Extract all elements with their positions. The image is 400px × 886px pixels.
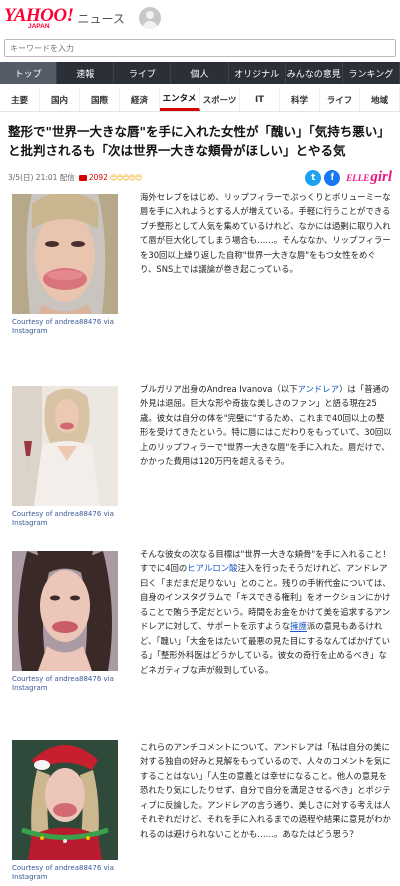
logo-subtext: JAPAN [28, 22, 50, 30]
main-nav: トップ 速報 ライブ 個人 オリジナル みんなの意見 ランキング [0, 62, 400, 84]
article-photo-3[interactable] [12, 551, 118, 671]
main-nav-item-original[interactable]: オリジナル [229, 62, 286, 84]
main-nav-item-opinions[interactable]: みんなの意見 [286, 62, 343, 84]
publish-date: 3/5(日) 21:01 配信 [8, 173, 75, 183]
article-section-4: Courtesy of andrea88476 via Instagram これ… [0, 738, 400, 886]
category-tab-domestic[interactable]: 国内 [40, 88, 80, 111]
article-photo-4[interactable] [12, 740, 118, 860]
twitter-share-icon[interactable]: t [305, 169, 322, 186]
category-tab-it[interactable]: IT [240, 88, 280, 111]
category-tab-economy[interactable]: 経済 [120, 88, 160, 111]
support-link[interactable]: 擁護 [290, 621, 307, 633]
facebook-share-icon[interactable]: f [324, 169, 341, 186]
photo-caption: Courtesy of andrea88476 via Instagram [12, 318, 114, 336]
paragraph-text: ）は「普通の外見は退屈。巨大な形や奇抜な美しさのファン」と語る現在25歳。彼女は… [140, 384, 392, 467]
article-photo-2[interactable] [12, 386, 118, 506]
yahoo-japan-logo[interactable]: YAHOO! JAPAN [4, 4, 74, 31]
article-meta: 3/5(日) 21:01 配信 2092 😊😊😊😊😊 t f ELLE girl [0, 169, 400, 187]
article-section-3: Courtesy of andrea88476 via Instagram そん… [0, 545, 400, 730]
site-header: YAHOO! JAPAN ニュース [0, 0, 400, 36]
girl-logo-text: girl [370, 169, 392, 186]
user-avatar-icon[interactable] [138, 7, 161, 29]
category-tab-main[interactable]: 主要 [0, 88, 40, 111]
service-name[interactable]: ニュース [77, 10, 124, 27]
main-nav-item-live[interactable]: ライブ [114, 62, 172, 84]
main-nav-item-individual[interactable]: 個人 [171, 62, 229, 84]
article-photo-1[interactable] [12, 194, 118, 314]
category-tab-sports[interactable]: スポーツ [200, 88, 240, 111]
category-tab-international[interactable]: 国際 [80, 88, 120, 111]
share-buttons: t f [305, 169, 341, 186]
main-nav-item-breaking[interactable]: 速報 [57, 62, 115, 84]
category-nav: 主要 国内 国際 経済 エンタメ スポーツ IT 科学 ライフ 地域 [0, 88, 400, 112]
elle-logo-text: ELLE [346, 173, 370, 184]
category-tab-entertainment[interactable]: エンタメ [160, 88, 200, 111]
article-paragraph-1: 海外セレブをはじめ、リップフィラーでぷっくりとボリューミーな唇を手に入れようとす… [140, 192, 391, 275]
main-nav-item-ranking[interactable]: ランキング [343, 62, 400, 84]
article-paragraph-3: そんな彼女の次なる目標は"世界一大きな頬骨"を手に入れること！ すでに4回のヒア… [140, 547, 399, 677]
andrea-link[interactable]: アンドレア [298, 384, 340, 394]
photo-caption: Courtesy of andrea88476 via Instagram [12, 864, 114, 882]
main-nav-item-top[interactable]: トップ [0, 62, 58, 84]
elle-girl-logo[interactable]: ELLE girl [346, 169, 392, 186]
hyaluronic-acid-link[interactable]: ヒアルロン酸 [187, 563, 237, 573]
reaction-emoji-icon: 😊😊😊😊😊 [109, 173, 142, 182]
comment-icon[interactable] [78, 174, 87, 181]
article-section-2: Courtesy of andrea88476 via Instagram ブル… [0, 380, 400, 530]
search-input[interactable] [4, 39, 396, 57]
search-bar [0, 36, 400, 62]
photo-caption: Courtesy of andrea88476 via Instagram [12, 510, 114, 528]
category-tab-local[interactable]: 地域 [360, 88, 400, 111]
article-paragraph-2: ブルガリア出身のAndrea Ivanova（以下アンドレア）は「普通の外見は退… [140, 382, 392, 469]
photo-caption: Courtesy of andrea88476 via Instagram [12, 675, 114, 693]
paragraph-text: ブルガリア出身のAndrea Ivanova（以下 [140, 384, 298, 394]
category-tab-science[interactable]: 科学 [280, 88, 320, 111]
category-tab-life[interactable]: ライフ [320, 88, 360, 111]
article-title: 整形で"世界一大きな唇"を手に入れた女性が「醜い」「気持ち悪い」と批判されるも「… [8, 124, 390, 159]
article-paragraph-4: これらのアンチコメントについて、アンドレアは「私は自分の美に対する独自の好みと見… [140, 742, 391, 839]
logo-text: YAHOO! [4, 4, 74, 26]
comment-count[interactable]: 2092 [89, 173, 108, 182]
article-section-1: Courtesy of andrea88476 via Instagram 海外… [0, 188, 400, 348]
